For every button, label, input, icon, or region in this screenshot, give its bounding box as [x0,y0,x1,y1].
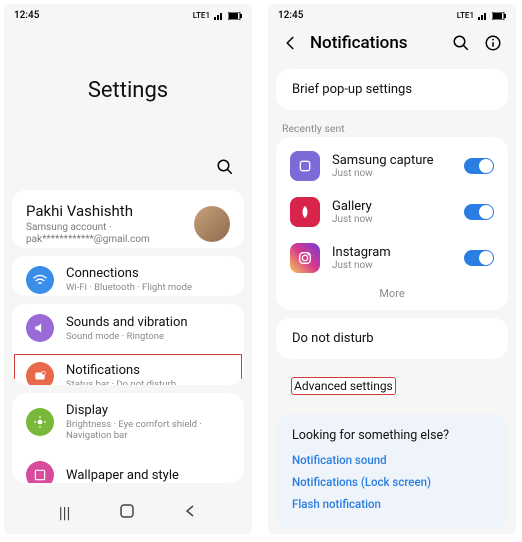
battery-icon [492,12,506,20]
row-title: Wallpaper and style [66,468,179,483]
search-icon[interactable] [452,34,470,52]
account-sub: Samsung account · pak************@gmail.… [26,222,194,246]
nav-bar: ||| [4,491,252,534]
display-icon [26,408,54,436]
row-sub: Brightness · Eye comfort shield · Naviga… [66,419,230,441]
settings-row-notifications[interactable]: Notifications Status bar · Do not distur… [12,352,244,385]
settings-row-sounds[interactable]: Sounds and vibration Sound mode · Ringto… [12,304,244,352]
battery-icon [228,12,242,20]
instagram-icon [290,243,320,273]
app-name: Samsung capture [332,153,452,168]
account-name: Pakhi Vashishth [26,202,194,220]
row-title: Display [66,403,230,418]
toggle-switch[interactable] [464,204,494,220]
app-row-samsung-capture[interactable]: Samsung capture Just now [276,143,508,189]
search-icon[interactable] [216,158,234,176]
status-icons: LTE1 [457,11,506,20]
toggle-switch[interactable] [464,158,494,174]
app-timestamp: Just now [332,260,452,271]
app-row-instagram[interactable]: Instagram Just now [276,235,508,281]
row-title: Notifications [66,363,176,378]
settings-row-wallpaper[interactable]: Wallpaper and style [12,451,244,483]
row-sub: Status bar · Do not disturb [66,379,176,386]
avatar[interactable] [194,206,230,242]
toggle-switch[interactable] [464,250,494,266]
samsung-capture-icon [290,151,320,181]
screen-notifications: 12:45 LTE1 Notifications Brief pop-up se… [268,4,516,534]
app-timestamp: Just now [332,214,452,225]
info-icon[interactable] [484,34,502,52]
row-sub: Wi-Fi · Bluetooth · Flight mode [66,282,192,293]
wifi-icon [26,266,54,294]
account-row[interactable]: Pakhi Vashishth Samsung account · pak***… [12,190,244,248]
status-bar: 12:45 LTE1 [4,4,252,23]
advanced-label: Advanced settings [292,378,395,394]
status-bar: 12:45 LTE1 [268,4,516,23]
network-icon: LTE1 [457,11,474,20]
row-title: Sounds and vibration [66,315,188,330]
app-name: Instagram [332,245,452,260]
link-flash-notification[interactable]: Flash notification [292,497,492,511]
screen-settings: 12:45 LTE1 Settings Pakhi Vashishth Sams… [4,4,252,534]
signal-icon [478,12,488,20]
settings-row-connections[interactable]: Connections Wi-Fi · Bluetooth · Flight m… [12,256,244,297]
page-title: Notifications [310,33,442,53]
more-link[interactable]: More [276,281,508,304]
back-icon[interactable] [282,34,300,52]
gallery-icon [290,197,320,227]
link-notifications-lock-screen[interactable]: Notifications (Lock screen) [292,475,492,489]
wallpaper-icon [26,461,54,483]
status-time: 12:45 [14,10,39,21]
signal-icon [214,12,224,20]
notification-icon [26,362,54,385]
row-sub: Sound mode · Ringtone [66,331,188,342]
advanced-row[interactable]: Advanced settings [276,367,508,406]
link-notification-sound[interactable]: Notification sound [292,453,492,467]
sound-icon [26,314,54,342]
looking-card: Looking for something else? Notification… [276,414,508,529]
row-title: Connections [66,266,192,281]
recently-sent-label: Recently sent [268,118,516,137]
looking-heading: Looking for something else? [292,428,492,443]
dnd-row[interactable]: Do not disturb [276,318,508,359]
status-time: 12:45 [278,10,303,21]
app-timestamp: Just now [332,168,452,179]
settings-row-display[interactable]: Display Brightness · Eye comfort shield … [12,393,244,451]
network-icon: LTE1 [193,11,210,20]
status-icons: LTE1 [193,11,242,20]
brief-popup-row[interactable]: Brief pop-up settings [276,69,508,110]
nav-back[interactable] [183,503,197,522]
nav-home[interactable] [120,503,134,522]
nav-recent[interactable]: ||| [59,503,71,522]
page-title: Settings [4,23,252,158]
app-row-gallery[interactable]: Gallery Just now [276,189,508,235]
app-name: Gallery [332,199,452,214]
